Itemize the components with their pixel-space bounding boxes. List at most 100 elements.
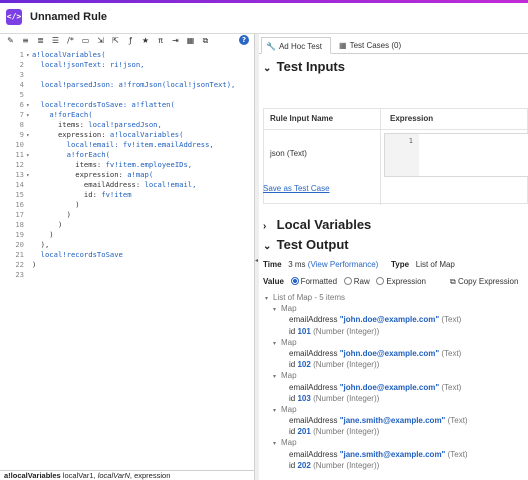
code-line[interactable]: 17 ) xyxy=(0,210,255,220)
code-line[interactable]: 12 items: fv!item.employeeIDs, xyxy=(0,160,255,170)
tree-toggle-icon[interactable]: ▾ xyxy=(265,294,273,305)
hint-args: localVar1, xyxy=(62,471,98,480)
expression-editor[interactable]: ✎ ≡ ≣ ☰/* ▭ ⇲ ⇱ ƒ ★ π ⇥ ▦ ⧉ ? 1 ▾ a!localVariables(2 l… xyxy=(0,34,255,480)
map-node[interactable]: ▾ Map xyxy=(265,370,528,381)
code-line[interactable]: 5 xyxy=(0,90,255,100)
tree-toggle-icon[interactable]: ▾ xyxy=(273,305,281,316)
tree-toggle-icon[interactable]: ▾ xyxy=(273,372,281,383)
field-type: (Number (Integer)) xyxy=(313,326,380,336)
map-field-email: emailAddress "john.doe@example.com" (Tex… xyxy=(265,382,528,393)
code-line[interactable]: 1 ▾ a!localVariables( xyxy=(0,50,255,60)
code-line[interactable]: 21 local!recordsToSave xyxy=(0,250,255,260)
rule-logo-icon: </> xyxy=(6,9,22,25)
tab-test-cases[interactable]: ▦ Test Cases (0) xyxy=(335,37,415,54)
field-value: 103 xyxy=(297,393,311,403)
field-value: "john.doe@example.com" xyxy=(339,315,440,325)
code-line[interactable]: 10 local!email: fv!item.emailAddress, xyxy=(0,140,255,150)
code-line[interactable]: 3 xyxy=(0,70,255,80)
code-token: a!forEach( xyxy=(49,110,93,119)
map-node[interactable]: ▾ Map xyxy=(265,303,528,314)
code-line[interactable]: 11 ▾ a!forEach( xyxy=(0,150,255,160)
code-token: ) xyxy=(32,210,71,219)
map-node[interactable]: ▾ Map xyxy=(265,437,528,448)
field-key: id xyxy=(289,360,296,370)
code-line[interactable]: 14 emailAddress: local!email, xyxy=(0,180,255,190)
field-key: id xyxy=(289,393,296,403)
code-line[interactable]: 23 xyxy=(0,270,255,280)
collapse-icon[interactable]: ⇱ xyxy=(108,35,123,47)
code-block-icon[interactable]: ▭ xyxy=(78,35,93,47)
local-variables-heading[interactable]: › Local Variables xyxy=(263,217,371,232)
test-tabs: 🔧 Ad Hoc Test ▦ Test Cases (0) xyxy=(259,34,528,54)
radio-raw[interactable]: Raw xyxy=(343,277,370,286)
radio-expression[interactable]: Expression xyxy=(376,277,426,286)
tab-label: Ad Hoc Test xyxy=(278,42,322,51)
line-number: 12 xyxy=(15,160,24,169)
code-token: a!flatten( xyxy=(131,100,175,109)
tree-toggle-icon[interactable]: ▾ xyxy=(273,406,281,417)
tab-ad-hoc-test[interactable]: 🔧 Ad Hoc Test xyxy=(261,37,331,54)
test-inputs-heading[interactable]: ⌄ Test Inputs xyxy=(263,59,345,74)
field-type: (Text) xyxy=(447,416,468,426)
map-field-id: id 102 (Number (Integer)) xyxy=(265,359,528,370)
expand-icon[interactable]: ⇲ xyxy=(93,35,108,47)
indent-icon[interactable]: ☰ xyxy=(48,35,63,47)
map-node[interactable]: ▾ Map xyxy=(265,337,528,348)
output-time: Time 3 ms (View Performance) xyxy=(263,260,378,269)
code-line[interactable]: 22) xyxy=(0,260,255,270)
code-line[interactable]: 8 items: local!parsedJson, xyxy=(0,120,255,130)
code-line[interactable]: 6 ▾ local!recordsToSave: a!flatten( xyxy=(0,100,255,110)
copy-expression-link[interactable]: ⧉ Copy Expression xyxy=(450,277,518,287)
pi-icon[interactable]: π xyxy=(153,35,168,47)
code-token: local!parsedJson: xyxy=(40,80,119,89)
code-line[interactable]: 16 ) xyxy=(0,200,255,210)
radio-label: Raw xyxy=(353,277,370,286)
list-header[interactable]: ▾ List of Map - 5 items xyxy=(265,292,528,303)
export-icon[interactable]: ⇥ xyxy=(168,35,183,47)
field-type: (Text) xyxy=(447,449,468,459)
type-label: Type xyxy=(391,260,410,269)
output-tree: ▾ List of Map - 5 items ▾ Map emailAddress "… xyxy=(265,292,528,471)
format-icon[interactable]: ✎ xyxy=(3,35,18,47)
code-line[interactable]: 20 ), xyxy=(0,240,255,250)
test-output-heading[interactable]: ⌄ Test Output xyxy=(263,237,349,252)
code-line[interactable]: 19 ) xyxy=(0,230,255,240)
time-label: Time xyxy=(263,260,282,269)
col-header-expression: Expression xyxy=(390,114,434,123)
preview-icon[interactable]: ⧉ xyxy=(198,35,213,47)
line-number: 22 xyxy=(15,260,24,269)
view-performance-link[interactable]: (View Performance) xyxy=(308,260,379,269)
tree-toggle-icon[interactable]: ▾ xyxy=(273,339,281,350)
comment-icon[interactable]: ≡ xyxy=(18,35,33,47)
help-icon[interactable]: ? xyxy=(239,35,249,45)
line-number: 16 xyxy=(15,200,24,209)
radio-icon xyxy=(376,277,385,285)
comment-block-icon[interactable]: /* xyxy=(63,35,78,47)
code-area[interactable]: 1 ▾ a!localVariables(2 local!jsonText: ri!… xyxy=(0,50,255,280)
uncomment-icon[interactable]: ≣ xyxy=(33,35,48,47)
code-line[interactable]: 13 ▾ expression: a!map( xyxy=(0,170,255,180)
code-token: ), xyxy=(32,240,50,249)
code-line[interactable]: 18 ) xyxy=(0,220,255,230)
line-number: 4 xyxy=(19,80,24,89)
field-type: (Text) xyxy=(441,348,462,358)
line-number: 2 xyxy=(19,60,24,69)
header-divider xyxy=(264,129,528,130)
code-line[interactable]: 7 ▾ a!forEach( xyxy=(0,110,255,120)
map-field-email: emailAddress "jane.smith@example.com" (T… xyxy=(265,415,528,426)
code-line[interactable]: 9 ▾ expression: a!localVariables( xyxy=(0,130,255,140)
tree-toggle-icon[interactable]: ▾ xyxy=(273,439,281,450)
save-as-test-case-link[interactable]: Save as Test Case xyxy=(263,184,330,193)
map-node[interactable]: ▾ Map xyxy=(265,404,528,415)
expression-input[interactable]: 1 xyxy=(384,133,528,177)
grid-icon[interactable]: ▦ xyxy=(183,35,198,47)
radio-formatted[interactable]: Formatted xyxy=(290,277,337,286)
code-line[interactable]: 4 local!parsedJson: a!fromJson(local!jso… xyxy=(0,80,255,90)
code-token: ) xyxy=(32,260,37,269)
code-line[interactable]: 15 id: fv!item xyxy=(0,190,255,200)
field-type: (Text) xyxy=(441,382,462,392)
code-line[interactable]: 2 local!jsonText: ri!json, xyxy=(0,60,255,70)
favorite-icon[interactable]: ★ xyxy=(138,35,153,47)
function-icon[interactable]: ƒ xyxy=(123,35,138,47)
